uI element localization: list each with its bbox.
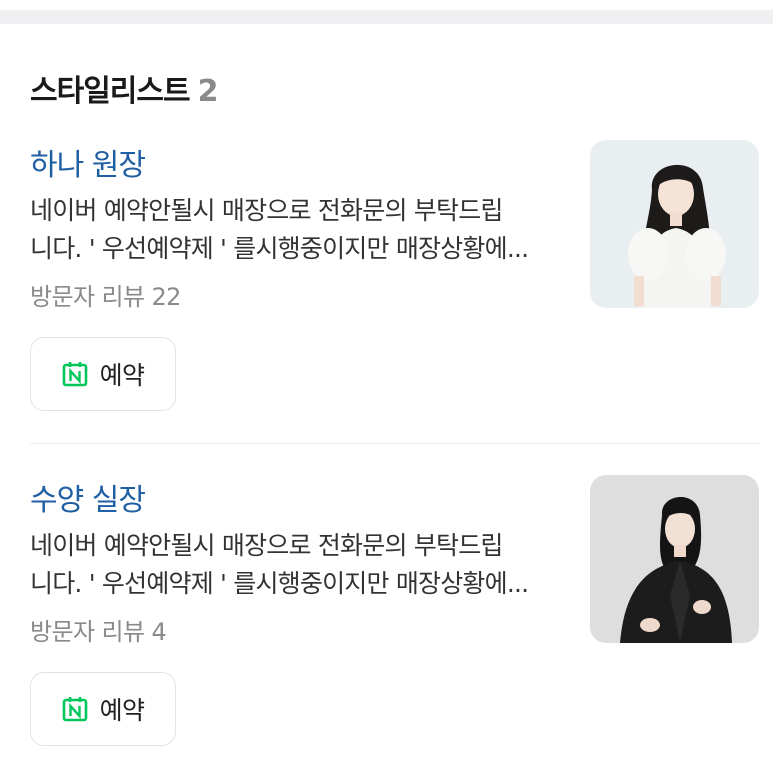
visitor-review-count: 방문자 리뷰 4 — [30, 618, 167, 646]
stylist-description-line: 네이버 예약안될시 매장으로 전화문의 부탁드립 — [30, 196, 503, 225]
stylist-description: 네이버 예약안될시 매장으로 전화문의 부탁드립 니다. ' 우선예약제 ' 를… — [30, 527, 570, 603]
stylist-portrait-image — [590, 140, 759, 308]
stylist-description-line: 니다. ' 우선예약제 ' 를시행중이지만 매장상황에... — [30, 234, 529, 263]
stylist-name-link[interactable]: 수양 실장 — [30, 475, 146, 519]
book-button[interactable]: 예약 — [30, 337, 176, 411]
section-count: 2 — [197, 74, 219, 109]
stylist-photo[interactable] — [590, 475, 759, 643]
stylist-name-link[interactable]: 하나 원장 — [30, 140, 146, 184]
section-title-text: 스타일리스트 — [30, 74, 191, 109]
visitor-review-count: 방문자 리뷰 22 — [30, 283, 181, 311]
stylist-description-line: 네이버 예약안될시 매장으로 전화문의 부탁드립 — [30, 531, 503, 560]
section-title: 스타일리스트 2 — [30, 66, 219, 110]
top-separator-bar — [0, 10, 773, 24]
card-divider — [30, 443, 760, 444]
stylist-description: 네이버 예약안될시 매장으로 전화문의 부탁드립 니다. ' 우선예약제 ' 를… — [30, 192, 570, 268]
stylist-photo[interactable] — [590, 140, 759, 308]
top-separator — [0, 0, 773, 24]
stylist-description-line: 니다. ' 우선예약제 ' 를시행중이지만 매장상황에... — [30, 569, 529, 598]
calendar-naver-icon — [62, 362, 87, 387]
book-button-label: 예약 — [99, 361, 145, 390]
stylist-portrait-image — [590, 475, 759, 643]
book-button[interactable]: 예약 — [30, 672, 176, 746]
calendar-naver-icon — [62, 697, 87, 722]
book-button-label: 예약 — [99, 696, 145, 725]
